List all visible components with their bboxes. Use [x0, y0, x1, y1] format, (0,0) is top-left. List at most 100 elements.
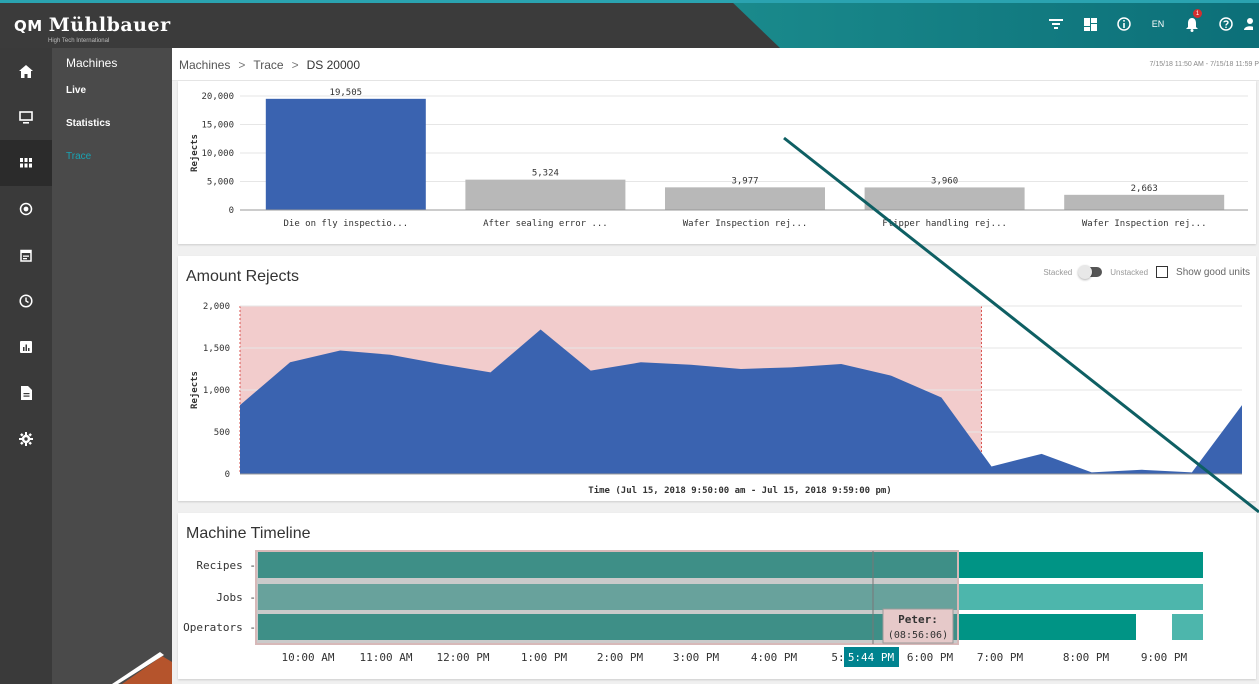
y-tick-label: 1,000	[203, 386, 230, 396]
y-tick-label: 15,000	[201, 121, 234, 131]
home-icon[interactable]	[0, 48, 52, 94]
bar	[1064, 194, 1225, 210]
time-axis-label: 9:00 PM	[1141, 651, 1188, 664]
brand-logo[interactable]: QM Mühlbauer	[14, 14, 171, 36]
dashboard-icon[interactable]	[1073, 0, 1107, 48]
info-icon[interactable]	[1107, 0, 1141, 48]
y-tick-label: 10,000	[201, 149, 234, 159]
brand-tagline: High Tech International	[48, 38, 110, 44]
help-icon[interactable]	[1209, 0, 1243, 48]
y-tick-label: 0	[225, 470, 230, 480]
time-axis-label: 11:00 AM	[360, 651, 413, 664]
subnav-item-trace[interactable]: Trace	[52, 144, 172, 177]
breadcrumb-machines[interactable]: Machines	[179, 58, 230, 72]
bar	[665, 187, 825, 210]
grid-icon[interactable]	[0, 140, 52, 186]
stack-toggle[interactable]	[1078, 265, 1103, 279]
date-range[interactable]: 7/15/18 11:50 AM - 7/15/18 11:59 P	[1150, 61, 1259, 68]
bar-value-label: 19,505	[330, 88, 363, 98]
bar-value-label: 3,960	[931, 176, 958, 186]
breadcrumb: Machines > Trace > DS 20000	[179, 58, 360, 72]
monitor-icon[interactable]	[0, 94, 52, 140]
gear-icon[interactable]	[0, 416, 52, 462]
breadcrumb-separator: >	[291, 58, 299, 72]
x-tick-label: Flipper handling rej...	[882, 219, 1007, 229]
y-axis-label: Rejects	[189, 134, 200, 172]
timeline-row-label: Recipes -	[196, 559, 256, 572]
notification-badge: 1	[1193, 9, 1202, 18]
y-tick-label: 5,000	[207, 178, 234, 188]
calendar-icon[interactable]	[0, 232, 52, 278]
amount-rejects-title: Amount Rejects	[186, 268, 299, 285]
bar-value-label: 3,977	[731, 176, 758, 186]
user-icon[interactable]	[1243, 0, 1259, 48]
time-axis-label: 2:00 PM	[597, 651, 644, 664]
bar-value-label: 5,324	[532, 169, 559, 179]
sidebar-decoration	[112, 652, 172, 684]
breadcrumb-separator: >	[238, 58, 246, 72]
amount-rejects-card: Amount Rejects Stacked Unstacked Show go…	[178, 256, 1256, 501]
machine-timeline-card: Machine Timeline Recipes - Jobs - Operator…	[178, 513, 1256, 679]
tooltip-time: (08:56:06)	[888, 630, 948, 641]
tooltip-name: Peter:	[898, 613, 938, 626]
rejects-by-reason-card: 0 5,000 10,000 15,000 20,000 Rejects 19,505 Die…	[178, 81, 1256, 244]
bar	[265, 98, 426, 210]
y-tick-label: 20,000	[201, 92, 234, 102]
top-bar: QM Mühlbauer High Tech International EN 1	[0, 0, 1259, 48]
breadcrumb-current: DS 20000	[306, 58, 360, 72]
time-axis-label: 6:00 PM	[907, 651, 954, 664]
time-axis-label: 7:00 PM	[977, 651, 1024, 664]
language-selector[interactable]: EN	[1141, 0, 1175, 48]
time-axis-label: 1:00 PM	[521, 651, 568, 664]
subnav-title: Machines	[66, 56, 118, 70]
brand-name: Mühlbauer	[48, 14, 171, 36]
bar	[864, 187, 1025, 210]
timeline-row-label: Jobs -	[216, 591, 256, 604]
icon-rail	[0, 48, 52, 684]
clock-icon[interactable]	[0, 278, 52, 324]
bar-value-label: 2,663	[1131, 184, 1158, 194]
breadcrumb-bar: Machines > Trace > DS 20000 7/15/18 11:50 AM…	[172, 48, 1259, 81]
timeline-row-label: Operators -	[183, 621, 256, 634]
machine-timeline-title: Machine Timeline	[186, 525, 311, 542]
amount-rejects-chart: 0 500 1,000 1,500 2,000 Rejects Time (Jul 15, …	[189, 302, 1242, 496]
bar	[465, 179, 626, 210]
x-tick-label: Wafer Inspection rej...	[683, 219, 808, 229]
bar-chart-icon[interactable]	[0, 324, 52, 370]
header-actions: EN 1	[1039, 0, 1259, 48]
x-tick-label: After sealing error ...	[483, 219, 608, 229]
subnav-item-statistics[interactable]: Statistics	[52, 111, 172, 144]
cursor-time-label: 5:44 PM	[848, 651, 895, 664]
filter-icon[interactable]	[1039, 0, 1073, 48]
operators-bar	[1172, 614, 1203, 640]
y-tick-label: 500	[214, 428, 230, 438]
show-good-units-label: Show good units	[1176, 266, 1250, 278]
unstacked-label: Unstacked	[1110, 267, 1149, 277]
stack-controls: Stacked Unstacked Show good units	[1043, 265, 1250, 279]
show-good-units-checkbox[interactable]	[1156, 266, 1169, 278]
y-tick-label: 2,000	[203, 302, 230, 312]
x-tick-label: Die on fly inspectio...	[283, 219, 408, 229]
x-axis-label: Time (Jul 15, 2018 9:50:00 am - Jul 15, …	[588, 485, 891, 496]
breadcrumb-trace[interactable]: Trace	[253, 58, 283, 72]
notifications-icon[interactable]: 1	[1175, 0, 1209, 48]
x-tick-label: Wafer Inspection rej...	[1082, 219, 1207, 229]
time-axis-label: 10:00 AM	[282, 651, 335, 664]
timeline-selection	[256, 551, 958, 644]
y-tick-label: 0	[229, 206, 234, 216]
subnav-item-live[interactable]: Live	[52, 78, 172, 111]
brand-mark: QM	[14, 17, 43, 35]
y-axis-label: Rejects	[189, 371, 200, 409]
document-icon[interactable]	[0, 370, 52, 416]
rejects-bar-chart: 0 5,000 10,000 15,000 20,000 Rejects 19,505 Die…	[189, 88, 1248, 229]
time-axis-label: 4:00 PM	[751, 651, 798, 664]
time-axis-label: 3:00 PM	[673, 651, 720, 664]
time-axis-label: 8:00 PM	[1063, 651, 1110, 664]
y-tick-label: 1,500	[203, 344, 230, 354]
time-axis-label: 12:00 PM	[437, 651, 490, 664]
sub-navigation: Machines Live Statistics Trace	[52, 48, 172, 684]
machine-timeline-chart: Recipes - Jobs - Operators - Peter: (08:56:0…	[183, 550, 1203, 667]
target-icon[interactable]	[0, 186, 52, 232]
stacked-label: Stacked	[1043, 267, 1073, 277]
time-axis-label: 5:	[831, 651, 844, 664]
